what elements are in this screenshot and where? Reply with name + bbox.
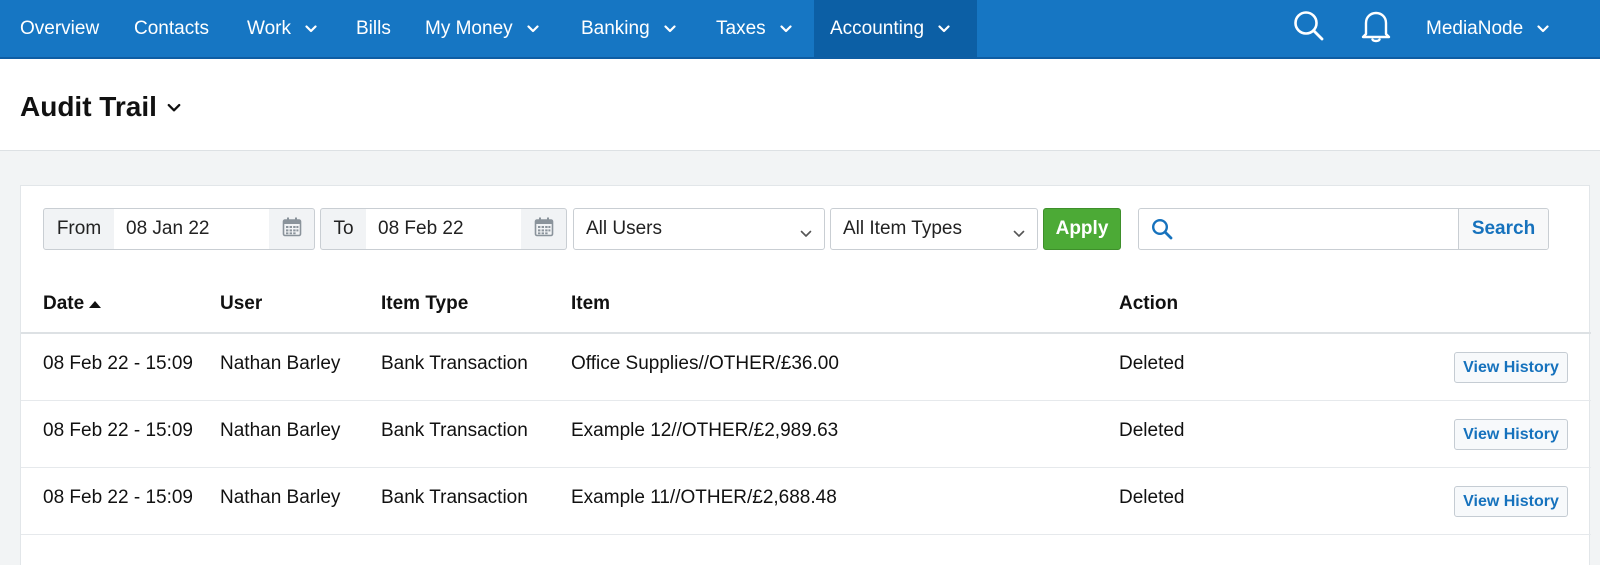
chevron-down-icon (800, 224, 812, 246)
chevron-down-icon (780, 23, 792, 35)
users-select[interactable]: All Users (573, 208, 825, 250)
nav-item-label: My Money (425, 17, 513, 39)
nav-item-accounting[interactable]: Accounting (814, 0, 977, 57)
view-history-button[interactable]: View History (1454, 419, 1568, 450)
cell-item-type: Bank Transaction (381, 487, 528, 508)
cell-action: Deleted (1119, 353, 1185, 374)
cell-date: 08 Feb 22 - 15:09 (43, 420, 193, 441)
search-input[interactable]: Search (1138, 208, 1549, 250)
to-date-input[interactable]: 08 Feb 22 (366, 208, 522, 250)
to-label: To (320, 208, 367, 250)
nav-item-label: Contacts (134, 17, 209, 39)
cell-item-type: Bank Transaction (381, 420, 528, 441)
nav-item-banking[interactable]: Banking (581, 0, 676, 57)
account-name: MediaNode (1426, 17, 1524, 39)
column-header-user[interactable]: User (220, 293, 262, 315)
cell-action: Deleted (1119, 487, 1185, 508)
chevron-down-icon (167, 101, 181, 113)
column-header-action[interactable]: Action (1119, 293, 1178, 315)
item-types-select-value: All Item Types (843, 218, 962, 239)
cell-action: Deleted (1119, 420, 1185, 441)
nav-item-work[interactable]: Work (247, 0, 317, 57)
calendar-icon (282, 217, 302, 242)
bell-icon (1360, 9, 1392, 48)
nav-item-label: Banking (581, 17, 650, 39)
table-row: 08 Feb 22 - 15:09 Nathan Barley Bank Tra… (21, 468, 1591, 535)
column-header-item-type[interactable]: Item Type (381, 293, 468, 315)
column-header-date[interactable]: Date (43, 293, 102, 315)
to-calendar-button[interactable] (521, 208, 567, 250)
nav-item-bills[interactable]: Bills (356, 0, 391, 57)
calendar-icon (534, 217, 554, 242)
item-types-select[interactable]: All Item Types (830, 208, 1038, 250)
cell-item: Example 12//OTHER/£2,989.63 (571, 420, 839, 441)
view-history-button[interactable]: View History (1454, 486, 1568, 517)
audit-trail-card: From 08 Jan 22 To 08 Feb 22 All Users Al… (20, 185, 1591, 565)
cell-date: 08 Feb 22 - 15:09 (43, 353, 193, 374)
column-header-label: Item Type (381, 293, 469, 314)
users-select-value: All Users (586, 218, 663, 239)
top-nav: Overview Contacts Work Bills My Money Ba… (0, 0, 1600, 59)
search-button[interactable] (1292, 0, 1326, 57)
cell-user: Nathan Barley (220, 353, 341, 374)
search-button[interactable]: Search (1458, 209, 1548, 249)
search-icon (1151, 218, 1173, 245)
nav-item-label: Overview (20, 17, 100, 39)
filter-bar: From 08 Jan 22 To 08 Feb 22 All Users Al… (43, 208, 1549, 250)
chevron-down-icon (527, 23, 539, 35)
column-header-label: Action (1119, 293, 1179, 314)
nav-item-label: Work (247, 17, 291, 39)
from-date-input[interactable]: 08 Jan 22 (114, 208, 270, 250)
page-header: Audit Trail (0, 59, 1600, 151)
from-label: From (43, 208, 115, 250)
nav-item-taxes[interactable]: Taxes (716, 0, 792, 57)
table-row: 08 Feb 22 - 15:09 Nathan Barley Bank Tra… (21, 401, 1591, 468)
table-row: 08 Feb 22 - 15:09 Nathan Barley Bank Tra… (21, 334, 1591, 401)
cell-user: Nathan Barley (220, 487, 341, 508)
chevron-down-icon (305, 23, 317, 35)
chevron-down-icon (1013, 224, 1025, 246)
nav-item-label: Accounting (830, 17, 925, 39)
chevron-down-icon (664, 23, 676, 35)
nav-item-label: Taxes (716, 17, 766, 39)
nav-item-contacts[interactable]: Contacts (134, 0, 209, 57)
cell-item-type: Bank Transaction (381, 353, 528, 374)
sort-ascending-icon (88, 293, 102, 315)
cell-item: Office Supplies//OTHER/£36.00 (571, 353, 839, 374)
page-title-dropdown[interactable]: Audit Trail (20, 91, 181, 123)
cell-date: 08 Feb 22 - 15:09 (43, 487, 193, 508)
account-menu[interactable]: MediaNode (1426, 0, 1549, 57)
nav-item-label: Bills (356, 17, 391, 39)
chevron-down-icon (938, 23, 950, 35)
chevron-down-icon (1537, 23, 1549, 35)
column-header-label: Item (571, 293, 611, 314)
column-header-label: Date (43, 293, 85, 314)
from-calendar-button[interactable] (269, 208, 315, 250)
view-history-button[interactable]: View History (1454, 352, 1568, 383)
cell-user: Nathan Barley (220, 420, 341, 441)
page-title: Audit Trail (20, 91, 157, 122)
column-header-label: User (220, 293, 263, 314)
search-icon (1292, 9, 1326, 48)
apply-button[interactable]: Apply (1043, 208, 1121, 250)
notifications-button[interactable] (1360, 0, 1392, 57)
cell-item: Example 11//OTHER/£2,688.48 (571, 487, 837, 508)
nav-item-overview[interactable]: Overview (20, 0, 99, 57)
nav-item-my-money[interactable]: My Money (425, 0, 539, 57)
column-header-item[interactable]: Item (571, 293, 610, 315)
